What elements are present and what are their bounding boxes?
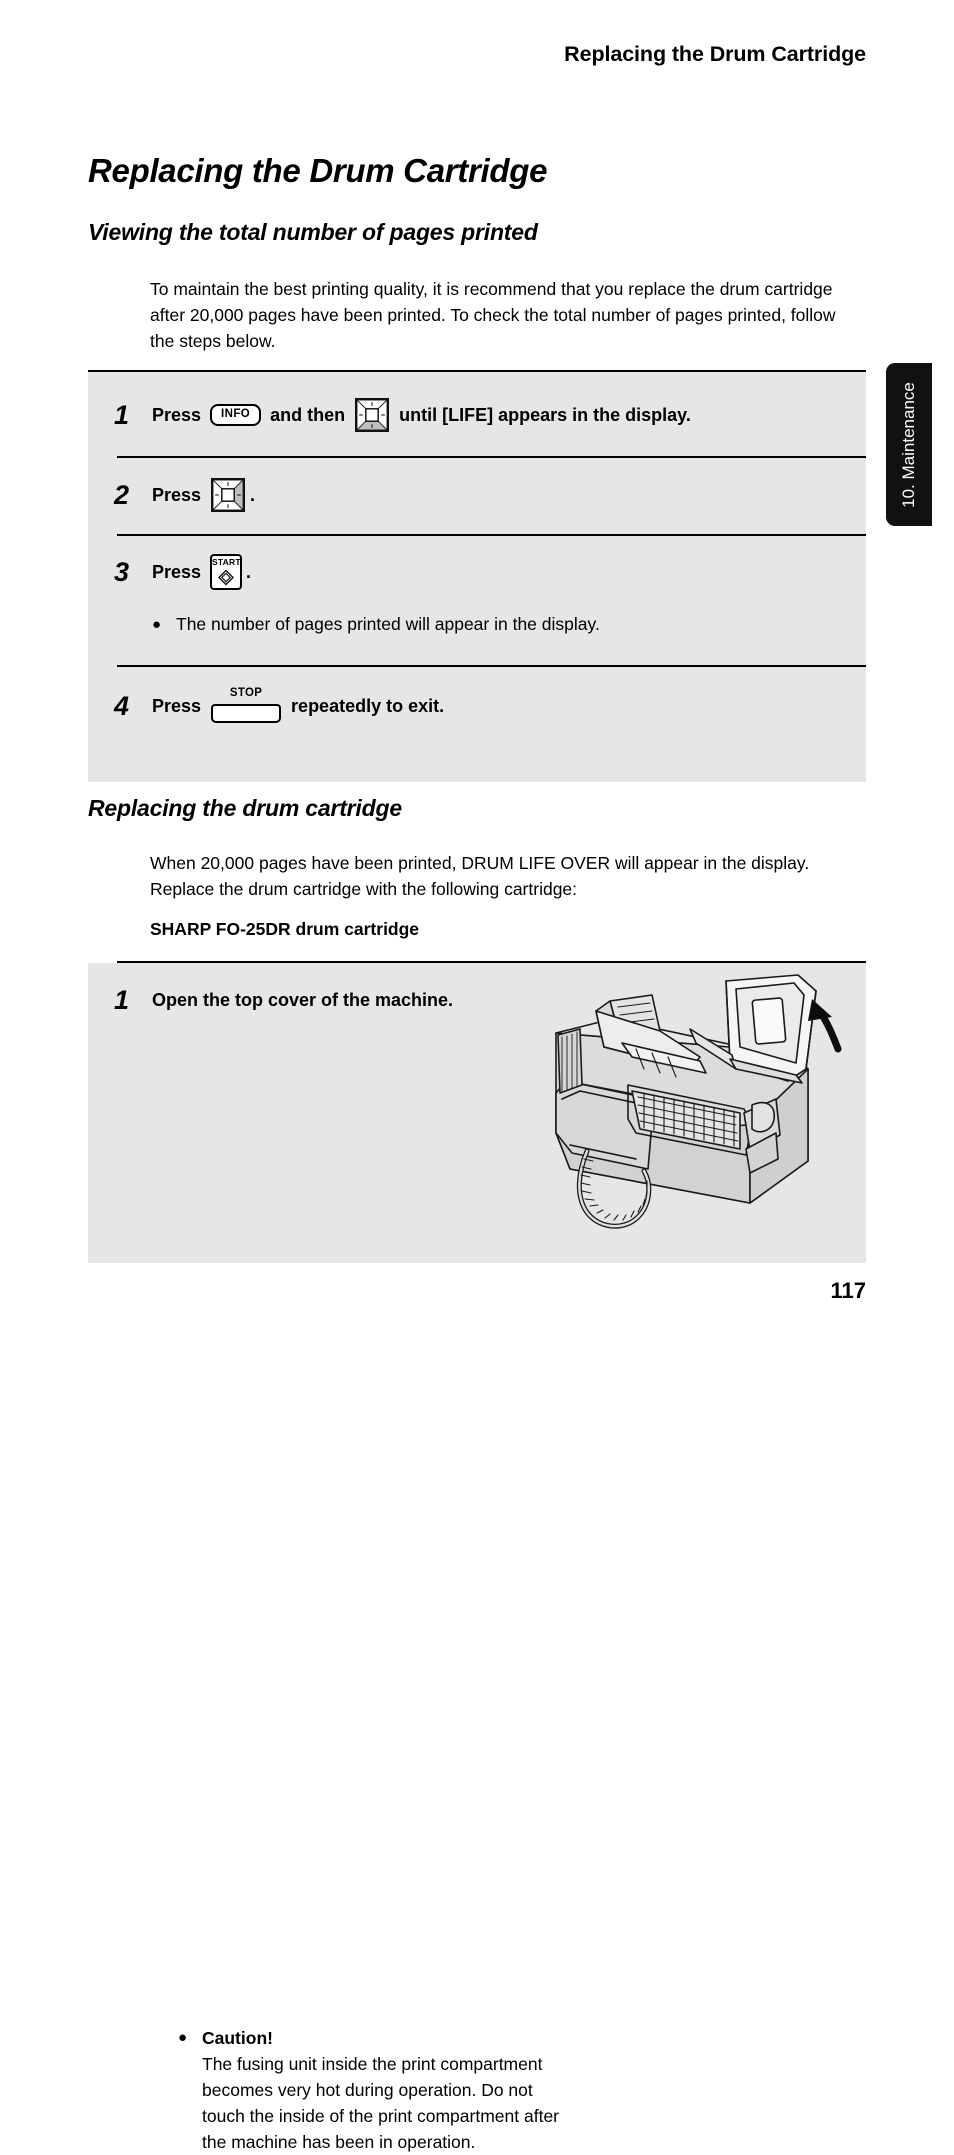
info-key-icon[interactable]: INFO: [210, 404, 262, 426]
step-text-before: Press: [152, 484, 207, 505]
step-text-middle: and then: [265, 404, 351, 425]
step-text-after: until [LIFE] appears in the display.: [394, 404, 691, 425]
running-header: Replacing the Drum Cartridge: [564, 42, 866, 66]
steps-panel-replacing: 1 Open the top cover of the machine. ● C…: [88, 961, 866, 2152]
replacing-paragraph: When 20,000 pages have been printed, DRU…: [150, 853, 810, 899]
step-4: 4 Press STOP repeatedly to exit.: [88, 665, 866, 749]
section-heading-viewing: Viewing the total number of pages printe…: [88, 219, 538, 245]
step-number: 4: [114, 690, 130, 721]
fax-machine-illustration: [540, 973, 860, 1248]
step-3-bullet: ● The number of pages printed will appea…: [152, 612, 866, 637]
step-text-before: Press: [152, 561, 207, 582]
stop-key-icon[interactable]: STOP: [211, 687, 282, 723]
side-tab-label: 10. Maintenance: [899, 381, 918, 508]
page-number: 117: [830, 1278, 867, 1303]
step-number: 3: [114, 556, 130, 587]
step-text-before: Press: [152, 404, 207, 425]
steps-panel-viewing: 1 Press INFO and then until [LIFE] appea…: [88, 370, 866, 782]
step-text: Press INFO and then until [LIFE] appears…: [152, 398, 691, 432]
stop-key-label: STOP: [229, 687, 263, 699]
intro-paragraph: To maintain the best printing quality, i…: [150, 279, 836, 351]
step-text: Press START .: [152, 554, 251, 590]
side-tab-maintenance: 10. Maintenance: [886, 363, 932, 526]
caution-content: Caution! The fusing unit inside the prin…: [202, 2025, 578, 2155]
bullet-dot-icon: ●: [152, 616, 162, 633]
step-text-before: Press: [152, 695, 207, 716]
step-text-after: .: [250, 484, 256, 505]
cartridge-model-name: SHARP FO-25DR drum cartridge: [150, 919, 420, 939]
step-text: Press .: [152, 478, 255, 512]
step-text-after: repeatedly to exit.: [286, 695, 445, 716]
step-3: 3 Press START . ● The number of pages pr…: [88, 534, 866, 665]
step-text: Press STOP repeatedly to exit.: [152, 687, 445, 723]
arrow-pad-right-icon[interactable]: [211, 478, 246, 512]
caution-text: The fusing unit inside the print compart…: [202, 2054, 559, 2152]
diamond-icon: [218, 569, 235, 591]
step-heading: Open the top cover of the machine.: [152, 990, 454, 1010]
section-heading-replacing: Replacing the drum cartridge: [88, 795, 402, 821]
step-number: 1: [114, 399, 130, 430]
caution-title: Caution!: [202, 2028, 273, 2048]
step-1: 1 Press INFO and then until [LIFE] appea…: [88, 372, 866, 456]
start-key-label: START: [212, 557, 241, 567]
step-2: 2 Press .: [88, 456, 866, 534]
step-number: 2: [114, 479, 130, 510]
bullet-dot-icon: ●: [178, 2029, 188, 2046]
caution-block: ● Caution! The fusing unit inside the pr…: [178, 2025, 578, 2155]
start-key-icon[interactable]: START: [210, 554, 243, 591]
stop-key-body: [211, 704, 282, 723]
step-number: 1: [114, 985, 130, 1015]
bullet-text: The number of pages printed will appear …: [176, 614, 600, 634]
page-title: Replacing the Drum Cartridge: [88, 152, 548, 189]
arrow-pad-down-icon[interactable]: [355, 398, 390, 432]
step-text-after: .: [246, 561, 252, 582]
